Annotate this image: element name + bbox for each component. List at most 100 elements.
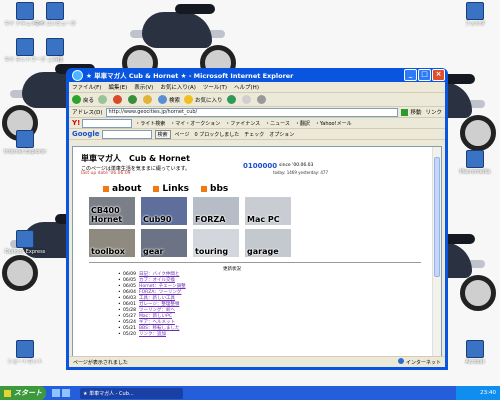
go-button[interactable]: 移動 [401,108,421,116]
list-item: • 05/20 リンク：追加 [118,332,186,338]
today-count: today: 1469 yesterday: 477 [273,170,328,175]
maximize-button[interactable]: □ [418,69,431,81]
desktop-icon[interactable]: マイ コンピュータ [32,2,78,27]
menu-tools[interactable]: ツール(T) [203,83,227,91]
mail-button[interactable] [241,95,253,104]
yahoo-toolbar: Y! ・ライト検索 ・マイ・オークション ・ファイナンス ・ニュース ・翻訳 ・… [69,118,445,129]
app-icon [466,150,484,168]
window-title: ★ 単車マガ人 Cub & Hornet ★ - Microsoft Inter… [86,72,294,80]
print-icon [256,95,266,104]
tile-toolbox[interactable]: toolbox [89,229,135,257]
scrollbar-thumb[interactable] [434,157,440,277]
desktop-icon[interactable]: Outlook Express [2,230,48,255]
tile-cub90[interactable]: Cub90 [141,197,187,225]
yahoo-item[interactable]: ・翻訳 [295,120,310,127]
star-icon [184,95,194,104]
refresh-button[interactable] [128,95,139,104]
menu-favorites[interactable]: お気に入り(A) [160,83,196,91]
square-bullet-icon [103,186,109,192]
clock: 23:40 [480,390,496,396]
access-counter: 0100000 [243,162,278,170]
square-bullet-icon [153,186,160,192]
home-button[interactable] [143,95,154,104]
menu-help[interactable]: ヘルプ(H) [234,83,259,91]
site-nav: about Links bbs [103,183,333,195]
quick-launch [52,389,72,397]
updates-heading: 更新状況 [223,267,241,272]
minimize-button[interactable]: _ [404,69,417,81]
back-arrow-icon [72,95,81,104]
google-item[interactable]: ページ [175,131,190,138]
folder-icon [466,2,484,20]
update-date: 05/20 [123,332,136,337]
search-button[interactable]: 検索 [158,95,180,104]
yahoo-item[interactable]: ・ニュース [265,120,290,127]
recycle-bin-icon [46,38,64,56]
desktop-icon[interactable]: Internet Explorer [2,130,48,155]
yahoo-item[interactable]: ・ライト検索 [135,120,165,127]
yahoo-search-input[interactable] [82,118,133,128]
start-button[interactable]: スタート [0,386,46,400]
desktop-quicklaunch-icon[interactable] [62,389,70,397]
google-search-button[interactable]: 検索 [154,129,171,139]
yahoo-item[interactable]: ・マイ・オークション [170,120,220,127]
updates-list: • 06/09 日記：バイク仲間と • 06/05 カブ：オイル交換 • 06/05 Horne… [118,272,186,338]
tile-touring[interactable]: touring [193,229,239,257]
title-bar[interactable]: ★ 単車マガ人 Cub & Hornet ★ - Microsoft Inter… [69,68,445,82]
shortcut-icon [16,340,34,358]
stop-icon [113,95,123,104]
taskbar: スタート ★ 単車マガ人 - Cub... 23:40 [0,386,500,400]
back-button[interactable]: 戻る [72,95,94,104]
menu-view[interactable]: 表示(V) [134,83,153,91]
yahoo-item[interactable]: ・ファイナンス [225,120,260,127]
since-date: since '00.06.03 [279,163,314,168]
menu-bar: ファイル(F) 編集(E) 表示(V) お気に入り(A) ツール(T) ヘルプ(… [69,82,445,93]
google-logo[interactable]: Google [72,130,100,138]
desktop-icon[interactable]: Macromedia [452,150,498,175]
nav-links[interactable]: Links [153,184,189,194]
vertical-scrollbar[interactable] [432,147,441,357]
ie-quicklaunch-icon[interactable] [52,389,60,397]
taskbar-task-ie[interactable]: ★ 単車マガ人 - Cub... [80,387,183,399]
google-item[interactable]: 0 ブロックしました [194,131,239,138]
address-input[interactable]: http://www.geocities.jp/hornet_cub/ [105,107,399,117]
forward-button[interactable] [98,95,109,104]
close-button[interactable]: × [432,69,445,81]
address-bar: アドレス(D) http://www.geocities.jp/hornet_c… [69,107,445,118]
desktop-icon[interactable]: ショートカット [2,340,48,365]
google-item[interactable]: チェック [244,131,264,138]
desktop-icon[interactable]: Acrobat [452,340,498,365]
favorites-button[interactable]: お気に入り [184,95,223,104]
yahoo-item[interactable]: ・Yahoo!メール [315,120,352,127]
window-body: ファイル(F) 編集(E) 表示(V) お気に入り(A) ツール(T) ヘルプ(… [69,82,445,367]
history-icon [226,95,236,104]
tile-forza[interactable]: FORZA [193,197,239,225]
tile-macpc[interactable]: Mac PC [245,197,291,225]
history-button[interactable] [226,95,238,104]
refresh-icon [128,95,138,104]
acrobat-icon [466,340,484,358]
update-link[interactable]: リンク：追加 [139,332,166,338]
tile-hornet[interactable]: CB400 Hornet [89,197,135,225]
last-update: last up date '06.06.09 [81,171,131,176]
print-button[interactable] [256,95,268,104]
mail-icon [241,95,251,104]
nav-about[interactable]: about [103,184,141,194]
google-item[interactable]: オプション [269,131,294,138]
status-text: ページが表示されました [73,359,128,366]
tile-gear[interactable]: gear [141,229,187,257]
stop-button[interactable] [113,95,124,104]
google-search-input[interactable] [101,129,152,139]
yahoo-logo[interactable]: Y! [72,119,80,127]
desktop-icon[interactable]: ごみ箱 [32,38,78,63]
nav-bbs[interactable]: bbs [201,184,228,194]
desktop-icon[interactable]: フォルダ [452,2,498,27]
menu-edit[interactable]: 編集(E) [108,83,127,91]
tile-garage[interactable]: garage [245,229,291,257]
menu-file[interactable]: ファイル(F) [72,83,101,91]
mail-icon [16,230,34,248]
links-button[interactable]: リンク [425,108,442,116]
ie-icon [16,130,34,148]
google-toolbar: Google 検索 ページ 0 ブロックしました チェック オプション [69,129,445,140]
divider [89,262,421,263]
